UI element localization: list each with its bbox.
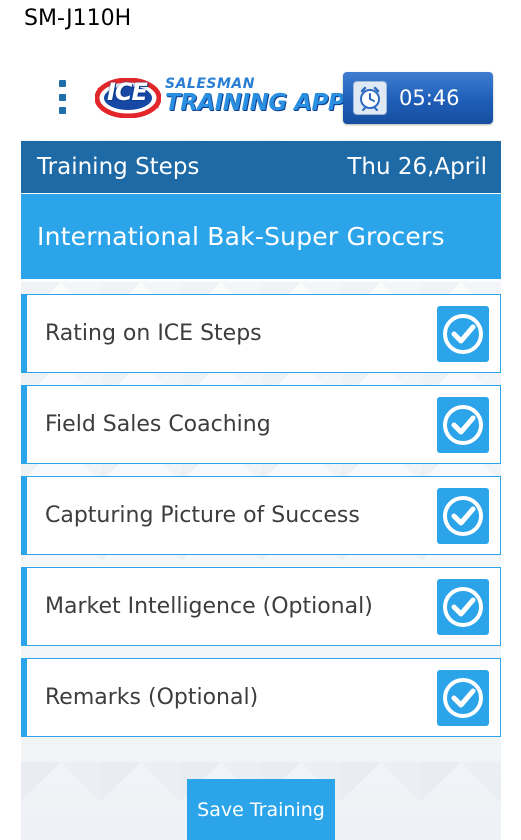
session-timer: 05:46 bbox=[343, 72, 493, 124]
overflow-menu-icon[interactable] bbox=[55, 80, 69, 114]
check-icon[interactable] bbox=[437, 397, 489, 453]
step-market-intelligence[interactable]: Market Intelligence (Optional) bbox=[21, 567, 501, 646]
training-steps-list: Rating on ICE Steps Field Sales Coaching… bbox=[21, 294, 501, 749]
check-icon[interactable] bbox=[437, 306, 489, 362]
store-banner: International Bak-Super Grocers bbox=[21, 194, 501, 279]
step-label: Capturing Picture of Success bbox=[45, 503, 360, 528]
logo-ice-text: ICE bbox=[107, 78, 148, 106]
step-label: Market Intelligence (Optional) bbox=[45, 594, 373, 619]
save-training-button[interactable]: Save Training bbox=[187, 779, 335, 840]
header-date: Thu 26,April bbox=[347, 154, 487, 180]
timer-value: 05:46 bbox=[399, 86, 460, 110]
step-remarks[interactable]: Remarks (Optional) bbox=[21, 658, 501, 737]
logo-title: TRAINING APP bbox=[165, 90, 345, 116]
app-top-bar: ICE SALESMAN TRAINING APP 05:46 bbox=[21, 42, 501, 140]
step-rating-ice-steps[interactable]: Rating on ICE Steps bbox=[21, 294, 501, 373]
check-icon[interactable] bbox=[437, 670, 489, 726]
step-label: Remarks (Optional) bbox=[45, 685, 259, 710]
device-model-label: SM-J110H bbox=[24, 6, 132, 31]
app-screen: ICE SALESMAN TRAINING APP 05:46 Training… bbox=[21, 42, 501, 840]
alarm-clock-icon bbox=[353, 81, 387, 115]
page-title: Training Steps bbox=[37, 154, 200, 180]
app-logo: ICE SALESMAN TRAINING APP bbox=[95, 74, 345, 122]
step-field-sales-coaching[interactable]: Field Sales Coaching bbox=[21, 385, 501, 464]
step-capturing-picture-of-success[interactable]: Capturing Picture of Success bbox=[21, 476, 501, 555]
check-icon[interactable] bbox=[437, 488, 489, 544]
check-icon[interactable] bbox=[437, 579, 489, 635]
training-steps-header: Training Steps Thu 26,April bbox=[21, 141, 501, 193]
step-label: Rating on ICE Steps bbox=[45, 321, 262, 346]
step-label: Field Sales Coaching bbox=[45, 412, 271, 437]
store-name: International Bak-Super Grocers bbox=[37, 222, 445, 251]
